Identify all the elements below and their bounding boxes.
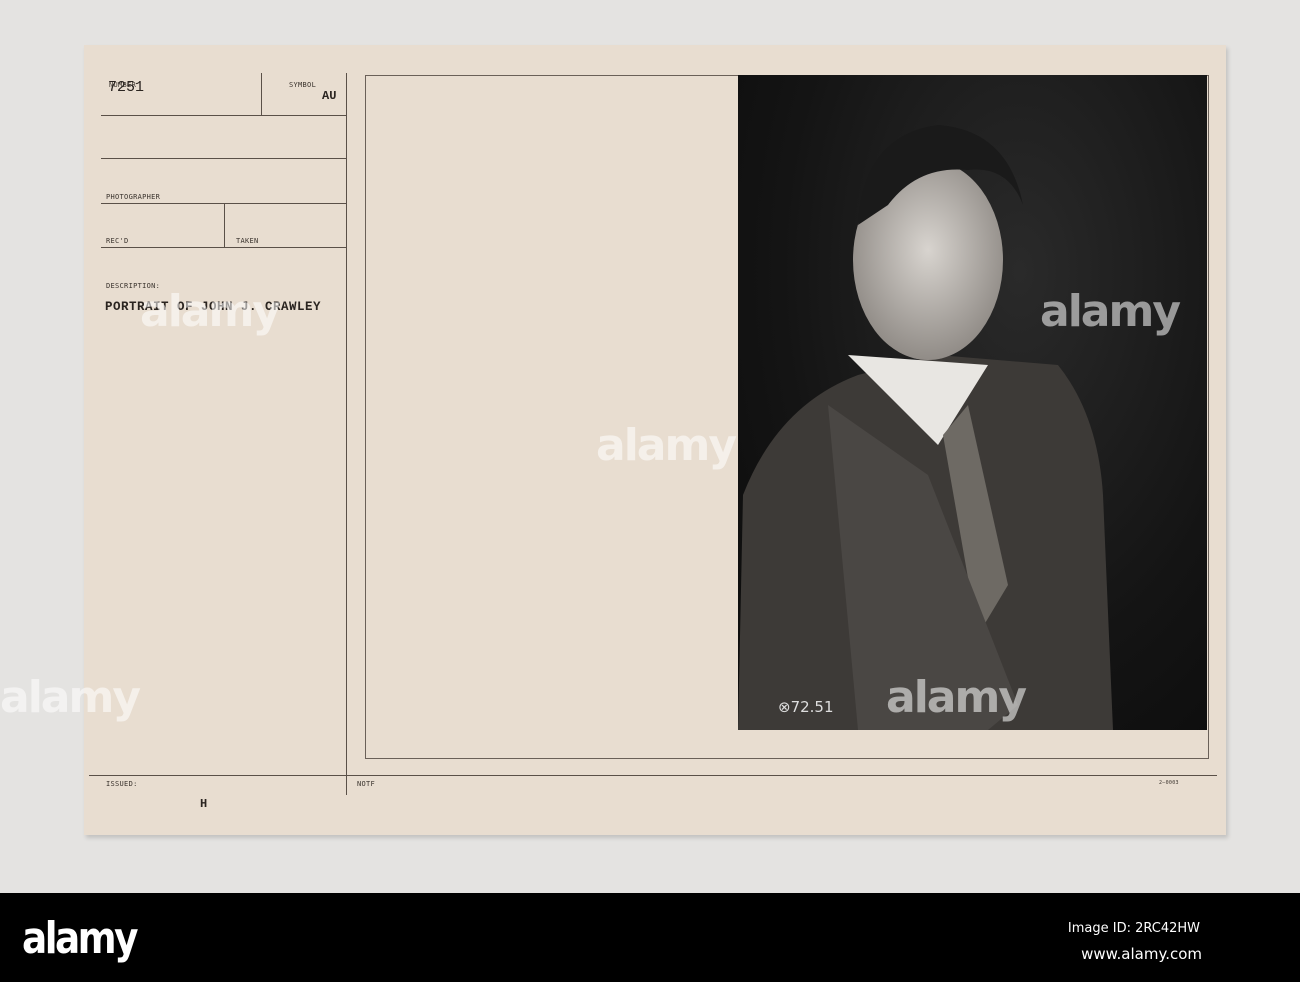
divider — [101, 247, 346, 248]
image-id: Image ID: 2RC42HW — [1067, 921, 1200, 936]
alamy-logo: alamy — [22, 913, 138, 964]
watermark: alamy — [596, 420, 737, 471]
photographer-label: PHOTOGRAPHER — [106, 193, 161, 201]
divider — [101, 158, 346, 159]
watermark: alamy — [0, 672, 141, 723]
symbol-label: SYMBOL — [289, 81, 317, 89]
photo-caption: ⊗72.51 — [778, 698, 834, 716]
divider — [224, 203, 225, 247]
divider — [101, 115, 346, 116]
notf-label: NOTF — [357, 780, 376, 788]
symbol-value: AU — [322, 89, 337, 103]
footer-band: alamy Image ID: 2RC42HW www.alamy.com — [0, 893, 1300, 982]
watermark: alamy — [1040, 286, 1181, 337]
portrait-silhouette — [738, 125, 1113, 730]
watermark: alamy — [140, 286, 281, 337]
issued-label: ISSUED: — [106, 780, 138, 788]
divider — [89, 775, 1217, 776]
issued-mark: H — [200, 797, 208, 811]
divider — [261, 73, 262, 115]
number-value: 7251 — [108, 79, 145, 96]
divider — [346, 73, 347, 795]
form-code: 2—0003 — [1159, 780, 1179, 786]
site-url: www.alamy.com — [1081, 945, 1202, 963]
watermark: alamy — [886, 672, 1027, 723]
portrait-photo: ⊗72.51 — [738, 75, 1207, 730]
taken-label: TAKEN — [236, 237, 259, 245]
recd-label: REC'D — [106, 237, 129, 245]
